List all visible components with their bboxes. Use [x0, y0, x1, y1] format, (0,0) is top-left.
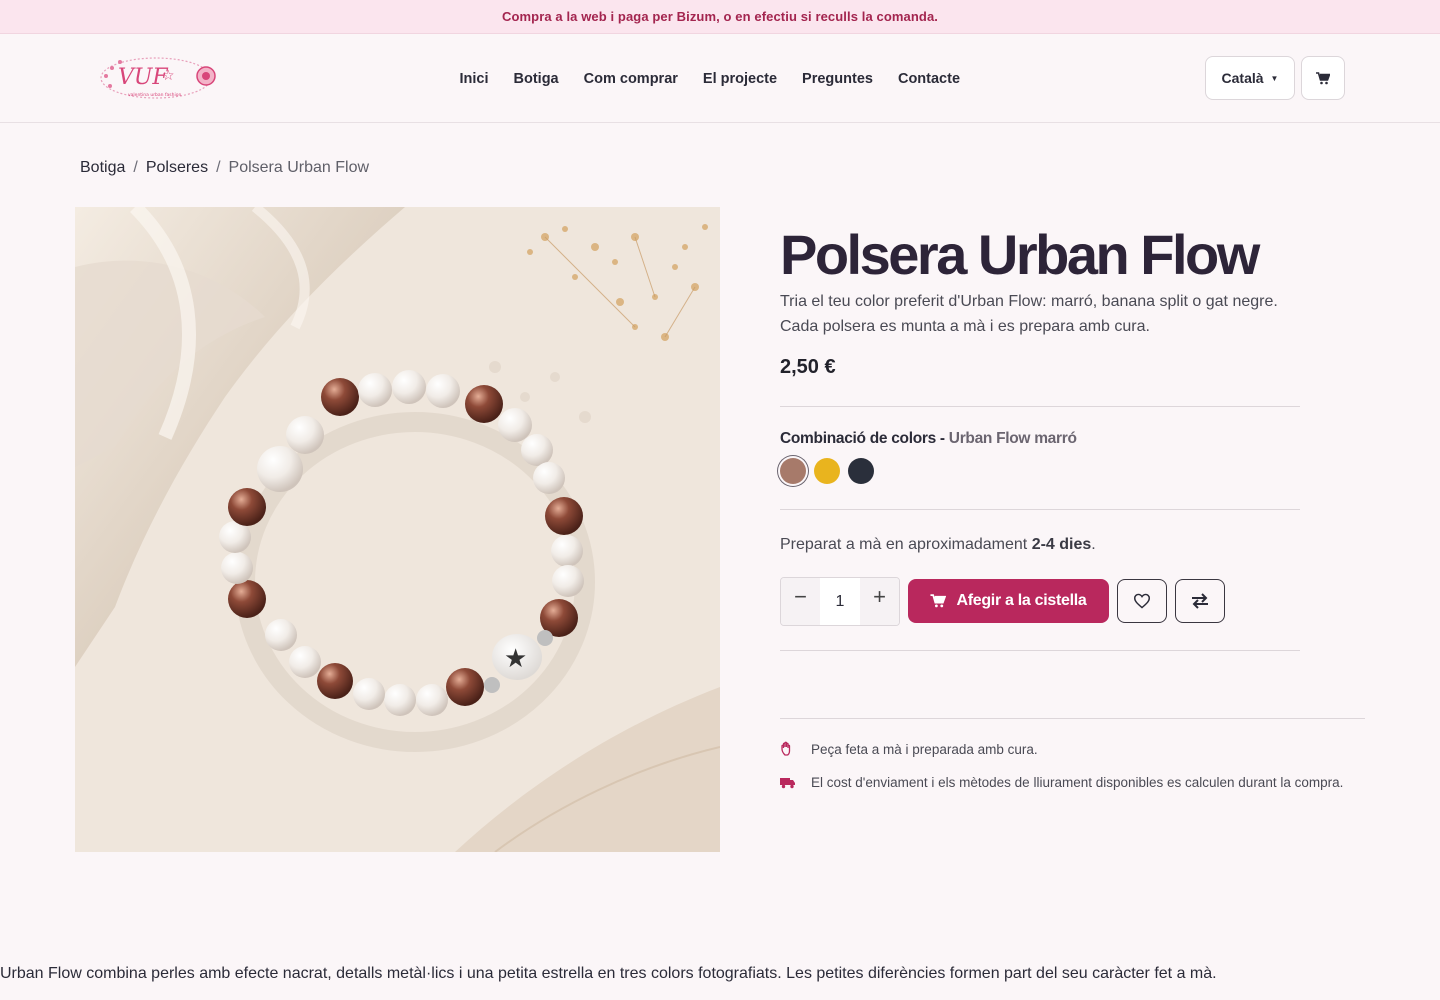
logo-text: VUF	[118, 65, 168, 90]
nav-item-inici[interactable]: Inici	[447, 71, 501, 87]
add-to-cart-button[interactable]: Afegir a la cistella	[908, 579, 1109, 623]
divider	[780, 718, 1365, 719]
brand-logo[interactable]: VUF ☆ valentina urban fashion	[98, 54, 226, 104]
prep-suffix: .	[1091, 536, 1096, 553]
swatch-brown[interactable]	[780, 458, 806, 484]
truck-icon	[780, 778, 795, 789]
minus-button[interactable]: −	[781, 578, 820, 625]
prep-prefix: Preparat a mà en aproximadament	[780, 536, 1032, 553]
logo-graphic: VUF ☆ valentina urban fashion	[100, 57, 216, 99]
quantity-input[interactable]	[820, 578, 860, 625]
variant-selected-value: Urban Flow marró	[948, 430, 1077, 447]
breadcrumb-separator: /	[133, 159, 138, 176]
announcement-bar: Compra a la web i paga per Bizum, o en e…	[0, 0, 1440, 34]
breadcrumb-current: Polsera Urban Flow	[228, 159, 370, 176]
compare-arrows-icon	[1192, 593, 1208, 609]
info-shipping-text: El cost d'enviament i els mètodes de lli…	[811, 775, 1344, 790]
prep-days: 2-4 dies	[1031, 536, 1092, 553]
cart-icon	[1316, 71, 1330, 84]
nav-item-preguntes[interactable]: Preguntes	[790, 71, 886, 87]
breadcrumb: Botiga / Polseres / Polsera Urban Flow	[80, 159, 369, 177]
divider	[780, 650, 1300, 651]
nav-item-el-projecte[interactable]: El projecte	[690, 71, 789, 87]
compare-button[interactable]	[1175, 579, 1225, 623]
product-description: Tria el teu color preferit d'Urban Flow:…	[780, 293, 1278, 335]
language-label: Català	[1221, 70, 1264, 86]
breadcrumb-item-botiga[interactable]: Botiga	[80, 159, 125, 177]
preparation-time: Preparat a mà en aproximadament 2-4 dies…	[780, 536, 1096, 554]
wishlist-button[interactable]	[1117, 579, 1167, 623]
product-image[interactable]: ★	[75, 207, 720, 852]
product-title: Polsera Urban Flow	[780, 223, 1260, 286]
caret-down-icon: ▼	[1270, 73, 1279, 83]
variant-label: Combinació de colors - Urban Flow marró	[780, 430, 1077, 448]
add-to-cart-label: Afegir a la cistella	[956, 592, 1087, 609]
info-handmade-text: Peça feta a mà i preparada amb cura.	[811, 742, 1038, 757]
swatch-yellow[interactable]	[814, 458, 840, 484]
variant-attribute-name: Combinació de colors	[780, 430, 936, 447]
bracelet-photo: ★	[75, 207, 720, 852]
plus-icon: +	[873, 584, 886, 609]
announcement-text: Compra a la web i paga per Bizum, o en e…	[501, 9, 939, 24]
svg-text:★: ★	[504, 643, 527, 673]
color-swatches	[780, 458, 874, 484]
minus-icon: −	[794, 584, 807, 609]
plus-button[interactable]: +	[860, 578, 899, 625]
site-header: VUF ☆ valentina urban fashion Inici Boti…	[0, 34, 1440, 123]
long-description: Urban Flow combina perles amb efecte nac…	[0, 965, 1217, 982]
breadcrumb-separator: /	[216, 159, 221, 176]
language-selector[interactable]: Català ▼	[1205, 56, 1295, 100]
nav-item-botiga[interactable]: Botiga	[501, 71, 571, 87]
nav-item-com-comprar[interactable]: Com comprar	[571, 71, 690, 87]
cart-icon	[930, 594, 947, 608]
heart-icon	[1133, 593, 1151, 609]
divider	[780, 406, 1300, 407]
hand-icon	[781, 741, 791, 756]
divider	[780, 509, 1300, 510]
swatch-black[interactable]	[848, 458, 874, 484]
cart-button[interactable]	[1301, 56, 1345, 100]
quantity-stepper: − +	[780, 577, 900, 626]
variant-separator: -	[935, 430, 949, 447]
nav-item-contacte[interactable]: Contacte	[885, 71, 972, 87]
main-nav: Inici Botiga Com comprar El projecte Pre…	[447, 34, 973, 123]
product-price: 2,50 €	[780, 356, 836, 378]
svg-text:☆: ☆	[162, 67, 175, 83]
breadcrumb-item-polseres[interactable]: Polseres	[146, 159, 208, 177]
logo-subtext: valentina urban fashion	[128, 92, 181, 98]
